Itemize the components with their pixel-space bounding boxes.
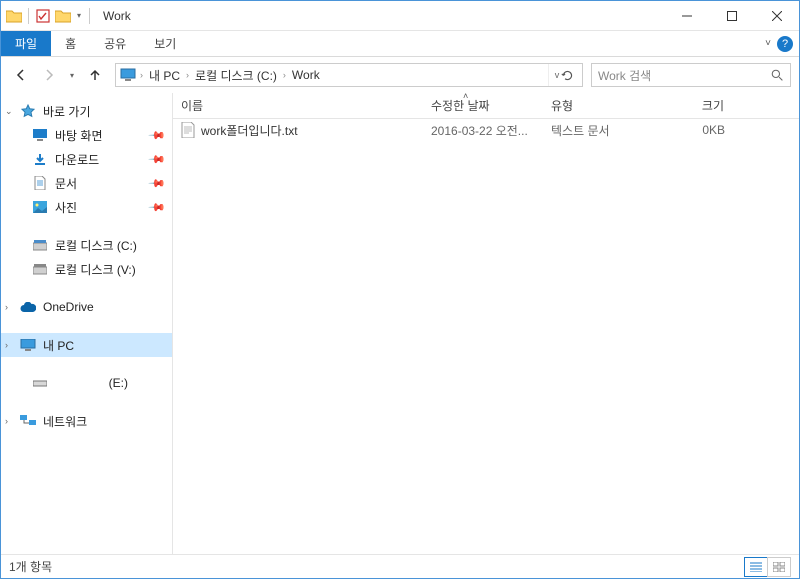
navigation-bar: ▾ › 내 PC › 로컬 디스크 (C:) › Work v Work 검색 bbox=[1, 57, 799, 93]
sidebar-item-desktop[interactable]: 바탕 화면 📌 bbox=[1, 123, 172, 147]
chevron-down-icon[interactable]: ⌄ bbox=[5, 106, 13, 117]
ribbon-tabs: 파일 홈 공유 보기 ˅ ? bbox=[1, 31, 799, 57]
sidebar-item-label: 네트워크 bbox=[43, 413, 87, 430]
window-title: Work bbox=[103, 9, 131, 23]
sidebar-item-label: 로컬 디스크 (C:) bbox=[55, 237, 137, 254]
sidebar-item-label: (E:) bbox=[109, 376, 128, 390]
title-bar: ▾ Work bbox=[1, 1, 799, 31]
column-header-type[interactable]: 유형 bbox=[543, 97, 643, 114]
sidebar-drive-v[interactable]: 로컬 디스크 (V:) bbox=[1, 257, 172, 281]
properties-icon[interactable] bbox=[34, 7, 52, 25]
qat-dropdown-icon[interactable]: ▾ bbox=[74, 11, 84, 20]
download-icon bbox=[31, 151, 49, 167]
close-button[interactable] bbox=[754, 1, 799, 31]
drive-icon bbox=[31, 375, 49, 391]
sidebar-drive-c[interactable]: 로컬 디스크 (C:) bbox=[1, 233, 172, 257]
view-large-icons-button[interactable] bbox=[767, 557, 791, 577]
text-file-icon bbox=[181, 122, 195, 138]
refresh-button[interactable]: v bbox=[548, 64, 580, 86]
pin-icon: 📌 bbox=[148, 198, 167, 217]
monitor-icon bbox=[118, 68, 138, 82]
folder-icon-small[interactable] bbox=[54, 7, 72, 25]
tab-share[interactable]: 공유 bbox=[90, 31, 140, 56]
sidebar-item-label: 로컬 디스크 (V:) bbox=[55, 261, 136, 278]
quick-access-toolbar: ▾ bbox=[1, 7, 97, 25]
cloud-icon bbox=[19, 299, 37, 315]
sidebar-item-label: 다운로드 bbox=[55, 151, 99, 168]
sidebar-item-label: 사진 bbox=[55, 199, 77, 216]
column-header-name[interactable]: 이름 bbox=[173, 97, 423, 114]
navigation-pane: ⌄ 바로 가기 바탕 화면 📌 다운로드 📌 문서 📌 사진 bbox=[1, 93, 173, 554]
breadcrumb-item[interactable]: Work bbox=[288, 68, 324, 82]
address-bar[interactable]: › 내 PC › 로컬 디스크 (C:) › Work v bbox=[115, 63, 583, 87]
column-headers: ˄ 이름 수정한 날짜 유형 크기 bbox=[173, 93, 799, 119]
network-icon bbox=[19, 413, 37, 429]
back-button[interactable] bbox=[9, 63, 33, 87]
chevron-right-icon[interactable]: › bbox=[5, 340, 8, 350]
file-size: 0KB bbox=[643, 123, 733, 137]
file-date: 2016-03-22 오전... bbox=[423, 122, 543, 139]
tab-view[interactable]: 보기 bbox=[140, 31, 190, 56]
separator bbox=[89, 8, 90, 24]
tab-file[interactable]: 파일 bbox=[1, 31, 51, 56]
recent-dropdown-icon[interactable]: ▾ bbox=[65, 63, 79, 87]
view-details-button[interactable] bbox=[744, 557, 768, 577]
breadcrumb-item[interactable]: 로컬 디스크 (C:) bbox=[191, 67, 281, 84]
forward-button[interactable] bbox=[37, 63, 61, 87]
chevron-right-icon[interactable]: › bbox=[5, 416, 8, 426]
sidebar-this-pc[interactable]: › 내 PC bbox=[1, 333, 172, 357]
file-row[interactable]: work폴더입니다.txt 2016-03-22 오전... 텍스트 문서 0K… bbox=[173, 119, 799, 141]
sidebar-item-label: OneDrive bbox=[43, 300, 94, 314]
drive-icon bbox=[31, 237, 49, 253]
sidebar-item-downloads[interactable]: 다운로드 📌 bbox=[1, 147, 172, 171]
sidebar-network[interactable]: › 네트워크 bbox=[1, 409, 172, 433]
document-icon bbox=[31, 175, 49, 191]
sort-indicator-icon: ˄ bbox=[463, 91, 468, 101]
breadcrumb-item[interactable]: 내 PC bbox=[145, 67, 184, 84]
pin-icon: 📌 bbox=[148, 126, 167, 145]
chevron-right-icon[interactable]: › bbox=[281, 70, 288, 80]
desktop-icon bbox=[31, 127, 49, 143]
sidebar-item-label: 내 PC bbox=[43, 337, 74, 354]
chevron-right-icon[interactable]: › bbox=[5, 302, 8, 312]
sidebar-item-label: 바탕 화면 bbox=[55, 127, 103, 144]
chevron-right-icon[interactable]: › bbox=[138, 70, 145, 80]
picture-icon bbox=[31, 199, 49, 215]
separator bbox=[28, 8, 29, 24]
pin-icon: 📌 bbox=[148, 150, 167, 169]
tab-home[interactable]: 홈 bbox=[51, 31, 90, 56]
sidebar-onedrive[interactable]: › OneDrive bbox=[1, 295, 172, 319]
maximize-button[interactable] bbox=[709, 1, 754, 31]
sidebar-item-label: 문서 bbox=[55, 175, 77, 192]
minimize-button[interactable] bbox=[664, 1, 709, 31]
file-list-pane: ˄ 이름 수정한 날짜 유형 크기 work폴더입니다.txt 2016-03-… bbox=[173, 93, 799, 554]
column-header-size[interactable]: 크기 bbox=[643, 97, 733, 114]
file-type: 텍스트 문서 bbox=[543, 122, 643, 139]
chevron-right-icon[interactable]: › bbox=[184, 70, 191, 80]
search-icon bbox=[771, 69, 784, 82]
sidebar-label: 바로 가기 bbox=[43, 103, 91, 120]
sidebar-item-pictures[interactable]: 사진 📌 bbox=[1, 195, 172, 219]
sidebar-removable-e[interactable]: (E:) bbox=[1, 371, 172, 395]
drive-icon bbox=[31, 261, 49, 277]
folder-icon bbox=[5, 7, 23, 25]
status-bar: 1개 항목 bbox=[1, 554, 799, 578]
search-input[interactable]: Work 검색 bbox=[591, 63, 791, 87]
ribbon-collapse-icon[interactable]: ˅ bbox=[765, 38, 771, 49]
file-name: work폴더입니다.txt bbox=[201, 122, 298, 139]
monitor-icon bbox=[19, 337, 37, 353]
up-button[interactable] bbox=[83, 63, 107, 87]
star-icon bbox=[19, 103, 37, 119]
pin-icon: 📌 bbox=[148, 174, 167, 193]
search-placeholder: Work 검색 bbox=[598, 67, 651, 84]
column-header-date[interactable]: 수정한 날짜 bbox=[423, 97, 543, 114]
sidebar-item-documents[interactable]: 문서 📌 bbox=[1, 171, 172, 195]
sidebar-quick-access[interactable]: ⌄ 바로 가기 bbox=[1, 99, 172, 123]
item-count: 1개 항목 bbox=[9, 558, 52, 575]
help-icon[interactable]: ? bbox=[777, 36, 793, 52]
